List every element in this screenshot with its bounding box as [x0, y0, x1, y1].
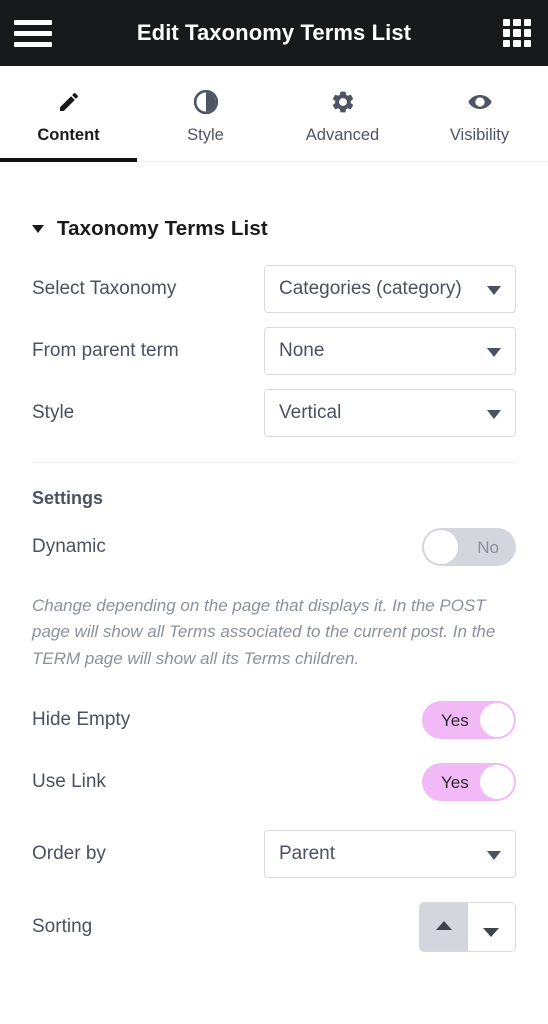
tab-label: Visibility — [449, 125, 510, 144]
tab-bar: Content Style Advanced Visibility — [0, 66, 548, 162]
hamburger-icon[interactable] — [14, 18, 52, 48]
settings-heading: Settings — [32, 488, 104, 508]
sort-ascending-button[interactable] — [420, 903, 468, 952]
tab-content[interactable]: Content — [0, 66, 137, 162]
style-dropdown[interactable]: Vertical — [264, 389, 516, 437]
grid-cell — [513, 39, 521, 47]
row-hide-empty: Hide Empty Yes — [32, 696, 516, 744]
tab-label: Advanced — [305, 125, 380, 144]
select-taxonomy-value: Categories (category) — [279, 278, 462, 299]
divider — [32, 462, 516, 463]
sort-descending-button[interactable] — [467, 903, 515, 952]
arrow-up-icon — [435, 920, 452, 930]
panel-header: Edit Taxonomy Terms List — [0, 0, 548, 66]
chevron-down-icon — [487, 851, 501, 861]
row-select-taxonomy: Select Taxonomy Categories (category) — [32, 265, 516, 313]
row-style: Style Vertical — [32, 389, 516, 437]
row-from-parent-term: From parent term None — [32, 327, 516, 375]
row-sorting: Sorting — [32, 902, 516, 953]
toggle-knob — [480, 703, 514, 738]
dynamic-label: Dynamic — [32, 536, 106, 557]
select-taxonomy-dropdown[interactable]: Categories (category) — [264, 265, 516, 313]
style-value: Vertical — [279, 402, 342, 423]
use-link-toggle[interactable]: Yes — [422, 763, 516, 802]
hide-empty-toggle[interactable]: Yes — [422, 701, 516, 740]
toggle-knob — [480, 765, 514, 800]
grid-cell — [513, 29, 521, 37]
grid-cell — [503, 19, 511, 27]
hamburger-bar — [14, 30, 52, 36]
sorting-label: Sorting — [32, 916, 93, 938]
tab-label: Content — [37, 125, 100, 144]
tab-visibility[interactable]: Visibility — [411, 66, 548, 161]
pencil-icon — [57, 89, 81, 115]
grid-cell — [503, 29, 511, 37]
section-toggle-taxonomy-terms-list[interactable]: Taxonomy Terms List — [32, 217, 516, 241]
style-label: Style — [32, 402, 75, 423]
order-by-value: Parent — [279, 843, 335, 865]
grid-cell — [523, 19, 531, 27]
eye-icon — [466, 89, 494, 115]
from-parent-term-label: From parent term — [32, 340, 179, 361]
section-title: Taxonomy Terms List — [57, 217, 268, 240]
grid-cell — [523, 29, 531, 37]
widget-edit-panel: Edit Taxonomy Terms List Content Style A… — [0, 0, 548, 1024]
from-parent-term-dropdown[interactable]: None — [264, 327, 516, 375]
dynamic-help-text: Change depending on the page that displa… — [32, 596, 496, 668]
toggle-knob — [424, 530, 458, 564]
tab-advanced[interactable]: Advanced — [274, 66, 411, 161]
sorting-stepper — [419, 902, 516, 953]
row-order-by: Order by Parent — [32, 830, 516, 879]
chevron-down-icon — [487, 348, 501, 357]
grid-icon[interactable] — [503, 19, 531, 47]
chevron-down-icon — [487, 410, 501, 419]
row-dynamic: Dynamic No — [32, 523, 516, 571]
hide-empty-toggle-value: Yes — [441, 710, 469, 730]
row-use-link: Use Link Yes — [32, 758, 516, 806]
tab-label: Style — [187, 125, 224, 144]
from-parent-term-value: None — [279, 340, 325, 361]
dynamic-toggle[interactable]: No — [422, 528, 516, 566]
hide-empty-label: Hide Empty — [32, 709, 131, 731]
grid-cell — [513, 19, 521, 27]
order-by-dropdown[interactable]: Parent — [264, 830, 516, 879]
page-title: Edit Taxonomy Terms List — [136, 20, 412, 45]
hamburger-bar — [14, 19, 52, 25]
contrast-icon — [193, 89, 219, 115]
dynamic-toggle-value: No — [477, 537, 499, 557]
use-link-label: Use Link — [32, 771, 106, 793]
tab-style[interactable]: Style — [137, 66, 274, 161]
gear-icon — [330, 89, 356, 115]
arrow-down-icon — [483, 927, 500, 937]
grid-cell — [503, 39, 511, 47]
select-taxonomy-label: Select Taxonomy — [32, 278, 177, 299]
panel-body: Taxonomy Terms List Select Taxonomy Cate… — [0, 217, 548, 953]
use-link-toggle-value: Yes — [441, 772, 469, 792]
hamburger-bar — [14, 41, 52, 47]
chevron-down-icon — [487, 286, 501, 295]
chevron-down-icon — [32, 225, 44, 233]
grid-cell — [523, 39, 531, 47]
order-by-label: Order by — [32, 843, 106, 865]
